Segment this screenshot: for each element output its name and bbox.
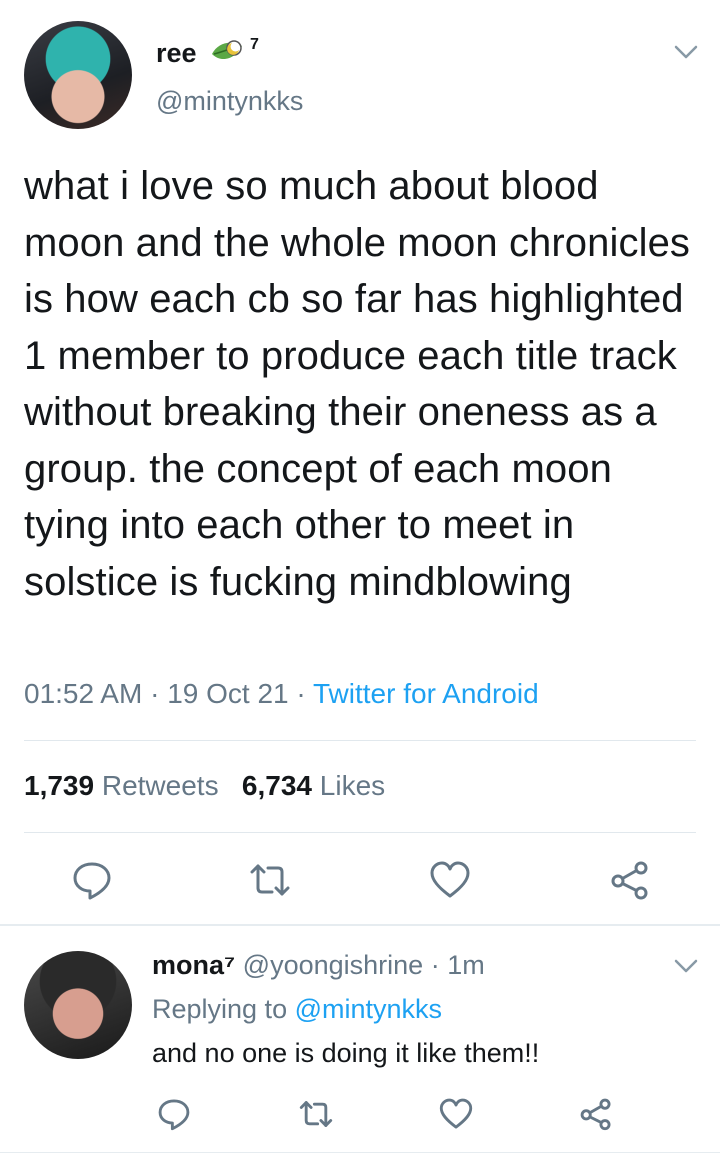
chevron-down-icon[interactable] [672,956,700,976]
reply-author-name[interactable]: mona⁷ [152,950,235,980]
reply-author-avatar[interactable] [24,951,132,1059]
tweet-meta: 01:52 AM · 19 Oct 21 · Twitter for Andro… [24,678,539,710]
divider [24,832,696,833]
replying-to: Replying to @mintynkks [152,994,442,1025]
section-divider [0,924,720,926]
meta-separator: · [150,678,160,709]
leaf-moon-emoji-icon [210,38,244,66]
retweet-icon[interactable] [248,858,292,902]
share-icon[interactable] [608,858,652,902]
share-icon[interactable] [578,1096,614,1132]
reply-icon[interactable] [156,1096,192,1132]
likes-label: Likes [319,770,386,801]
chevron-down-icon[interactable] [672,42,700,62]
tweet-text: what i love so much about blood moon and… [24,164,691,604]
meta-separator: · [296,678,306,709]
reply-header: mona⁷ @yoongishrine · 1m [152,950,485,981]
retweets-label: Retweets [101,770,219,801]
author-avatar[interactable] [24,21,132,129]
retweets-stat[interactable]: 1,739 Retweets [24,770,219,801]
like-icon[interactable] [438,1096,474,1132]
reply-separator: · [430,950,440,980]
tweet-stats: 1,739 Retweets 6,734 Likes [24,770,385,802]
likes-stat[interactable]: 6,734 Likes [242,770,385,801]
replying-prefix: Replying to [152,994,288,1024]
tweet-source-link[interactable]: Twitter for Android [313,678,539,709]
reply-author-handle[interactable]: @yoongishrine [243,950,424,980]
author-handle[interactable]: @mintynkks [156,86,303,117]
like-icon[interactable] [428,858,472,902]
tweet-time: 01:52 AM [24,678,143,709]
bottom-divider [0,1152,720,1153]
author-name[interactable]: ree [156,38,197,69]
likes-count: 6,734 [241,770,312,801]
author-badge-number: 7 [250,36,259,53]
retweet-icon[interactable] [298,1096,334,1132]
reply-icon[interactable] [70,858,114,902]
divider [24,740,696,741]
reply-text: and no one is doing it like them!! [152,1038,540,1068]
retweets-count: 1,739 [24,770,95,801]
replying-to-handle[interactable]: @mintynkks [295,994,442,1024]
reply-time: 1m [447,950,485,980]
tweet-date: 19 Oct 21 [167,678,289,709]
